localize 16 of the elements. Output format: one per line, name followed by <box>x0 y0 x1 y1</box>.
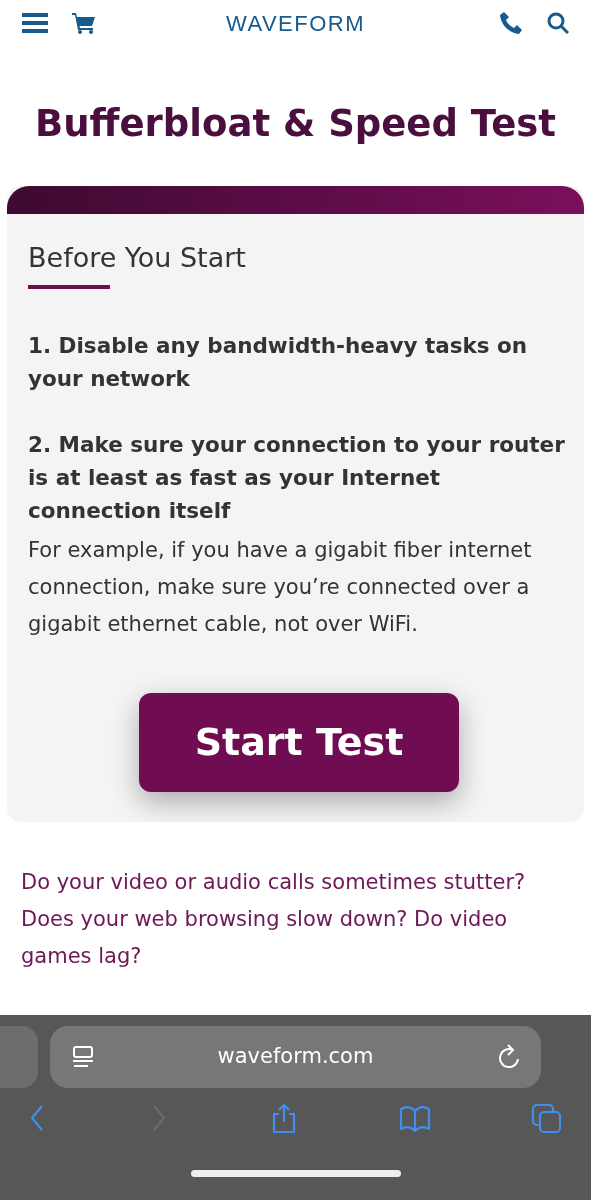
section-heading: Before You Start <box>28 242 247 275</box>
step-text: 1. Disable any bandwidth-heavy tasks on your network <box>28 331 529 393</box>
reader-icon[interactable] <box>72 1046 94 1068</box>
page-title: Bufferbloat & Speed Test <box>34 102 557 147</box>
reload-icon[interactable] <box>497 1044 521 1070</box>
logo[interactable]: WAVEFORM <box>162 6 429 40</box>
start-test-button[interactable]: Start Test <box>139 692 459 792</box>
menu-icon[interactable] <box>22 13 48 33</box>
address-bar[interactable]: waveform.com <box>50 1026 541 1088</box>
cart-icon[interactable] <box>72 12 96 34</box>
phone-icon[interactable] <box>499 11 523 35</box>
step-text: 2. Make sure your connection to your router is at least as fast as your Internet connection itself <box>28 430 566 525</box>
search-icon[interactable] <box>547 12 569 34</box>
note-text: For example, if you have a gigabit fiber internet connection, make sure you’re connected over a gigabit ethernet cable, not over WiFi. <box>28 536 533 638</box>
intro-text: Do your video or audio calls sometimes stutter? Does your web browsing slow down? Do video games lag? <box>20 868 527 970</box>
address-text: waveform.com <box>216 1043 375 1071</box>
